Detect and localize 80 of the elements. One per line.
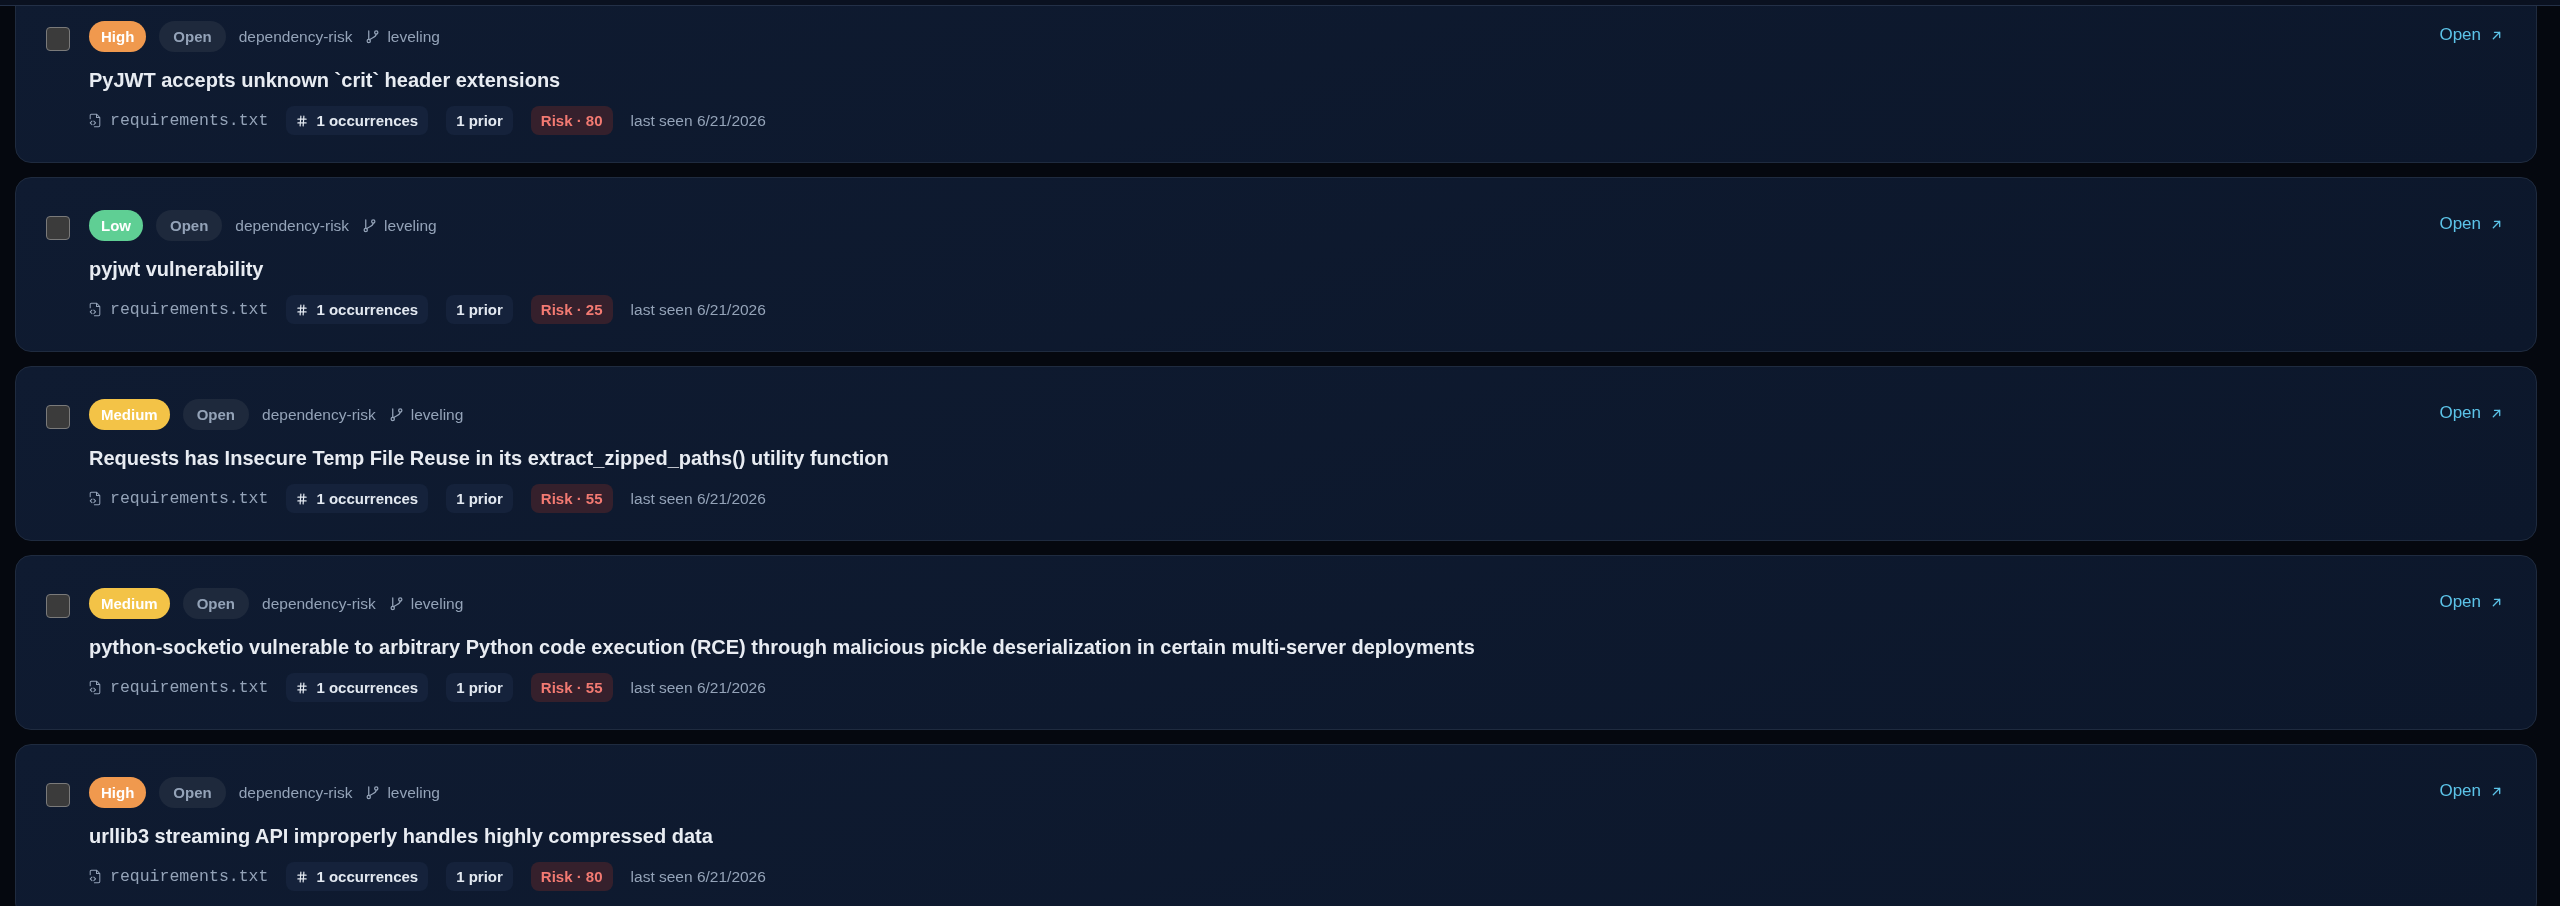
file-code-icon bbox=[89, 302, 101, 317]
risk-badge: Risk · 55 bbox=[530, 673, 613, 702]
checkbox[interactable] bbox=[46, 594, 70, 618]
finding-title: python-socketio vulnerable to arbitrary Python code execution (RCE) through malicious pickle deserialization in certain multi-server deployments bbox=[89, 635, 1476, 660]
last-seen-label: last seen 6/21/2026 bbox=[630, 488, 766, 509]
checkbox[interactable] bbox=[46, 216, 70, 240]
status-badge: Open bbox=[159, 21, 226, 52]
hash-icon bbox=[296, 303, 309, 316]
category-label: dependency-risk bbox=[238, 782, 353, 803]
last-seen-label: last seen 6/21/2026 bbox=[630, 299, 766, 320]
branch-label: leveling bbox=[387, 26, 440, 47]
file-code-icon bbox=[89, 491, 101, 506]
file-name: requirements.txt bbox=[110, 677, 269, 698]
arrow-up-right-icon bbox=[2491, 596, 2502, 608]
last-seen-label: last seen 6/21/2026 bbox=[630, 110, 766, 131]
category-label: dependency-risk bbox=[262, 593, 376, 614]
branch-icon bbox=[362, 218, 378, 233]
last-seen-label: last seen 6/21/2026 bbox=[630, 866, 766, 887]
last-seen-label: last seen 6/21/2026 bbox=[630, 677, 766, 698]
occurrences-count: 1 occurrences bbox=[316, 678, 419, 697]
prior-badge: 1 prior bbox=[446, 106, 513, 135]
file-name: requirements.txt bbox=[110, 866, 269, 887]
occurrences-count: 1 occurrences bbox=[316, 300, 419, 319]
checkbox[interactable] bbox=[46, 27, 70, 51]
open-link[interactable]: Open bbox=[2439, 24, 2502, 46]
branch-label: leveling bbox=[387, 782, 440, 803]
branch-icon bbox=[365, 785, 381, 800]
category-label: dependency-risk bbox=[235, 215, 350, 236]
arrow-up-right-icon bbox=[2491, 218, 2502, 230]
prior-badge: 1 prior bbox=[446, 295, 513, 324]
severity-badge: Medium bbox=[89, 399, 170, 430]
risk-badge: Risk · 80 bbox=[530, 862, 613, 891]
finding-title: pyjwt vulnerability bbox=[89, 257, 265, 282]
status-badge: Open bbox=[182, 399, 249, 430]
file-code-icon bbox=[89, 113, 101, 128]
branch-label: leveling bbox=[410, 404, 464, 425]
finding-title: urllib3 streaming API improperly handles highly compressed data bbox=[89, 824, 714, 849]
occurrences-count: 1 occurrences bbox=[316, 489, 419, 508]
prior-badge: 1 prior bbox=[446, 673, 513, 702]
finding-title: Requests has Insecure Temp File Reuse in its extract_zipped_paths() utility function bbox=[89, 446, 890, 471]
occurrences-count: 1 occurrences bbox=[316, 867, 419, 886]
category-label: dependency-risk bbox=[238, 26, 353, 47]
occurrences-count: 1 occurrences bbox=[316, 111, 419, 130]
risk-badge: Risk · 80 bbox=[530, 106, 613, 135]
risk-badge: Risk · 55 bbox=[530, 484, 613, 513]
open-link[interactable]: Open bbox=[2439, 780, 2502, 802]
file-code-icon bbox=[89, 680, 101, 695]
branch-label: leveling bbox=[410, 593, 464, 614]
open-link[interactable]: Open bbox=[2439, 591, 2502, 613]
finding-title: PyJWT accepts unknown `crit` header extensions bbox=[89, 68, 562, 93]
open-link[interactable]: Open bbox=[2439, 213, 2502, 235]
status-badge: Open bbox=[159, 777, 226, 808]
open-link[interactable]: Open bbox=[2439, 402, 2502, 424]
hash-icon bbox=[296, 870, 309, 883]
file-code-icon bbox=[89, 869, 101, 884]
severity-badge: Medium bbox=[89, 588, 170, 619]
hash-icon bbox=[296, 492, 309, 505]
prior-badge: 1 prior bbox=[446, 862, 513, 891]
branch-icon bbox=[388, 596, 404, 611]
branch-label: leveling bbox=[384, 215, 437, 236]
status-badge: Open bbox=[182, 588, 249, 619]
branch-icon bbox=[365, 29, 381, 44]
arrow-up-right-icon bbox=[2491, 407, 2502, 419]
hash-icon bbox=[296, 681, 309, 694]
branch-icon bbox=[388, 407, 404, 422]
category-label: dependency-risk bbox=[262, 404, 376, 425]
file-name: requirements.txt bbox=[110, 299, 269, 320]
file-name: requirements.txt bbox=[110, 110, 269, 131]
severity-badge: Low bbox=[89, 210, 143, 241]
hash-icon bbox=[296, 114, 309, 127]
arrow-up-right-icon bbox=[2491, 29, 2502, 41]
checkbox[interactable] bbox=[46, 405, 70, 429]
checkbox[interactable] bbox=[46, 783, 70, 807]
severity-badge: High bbox=[89, 777, 147, 808]
arrow-up-right-icon bbox=[2491, 785, 2502, 797]
prior-badge: 1 prior bbox=[446, 484, 513, 513]
risk-badge: Risk · 25 bbox=[530, 295, 613, 324]
severity-badge: High bbox=[89, 21, 147, 52]
status-badge: Open bbox=[156, 210, 223, 241]
file-name: requirements.txt bbox=[110, 488, 269, 509]
